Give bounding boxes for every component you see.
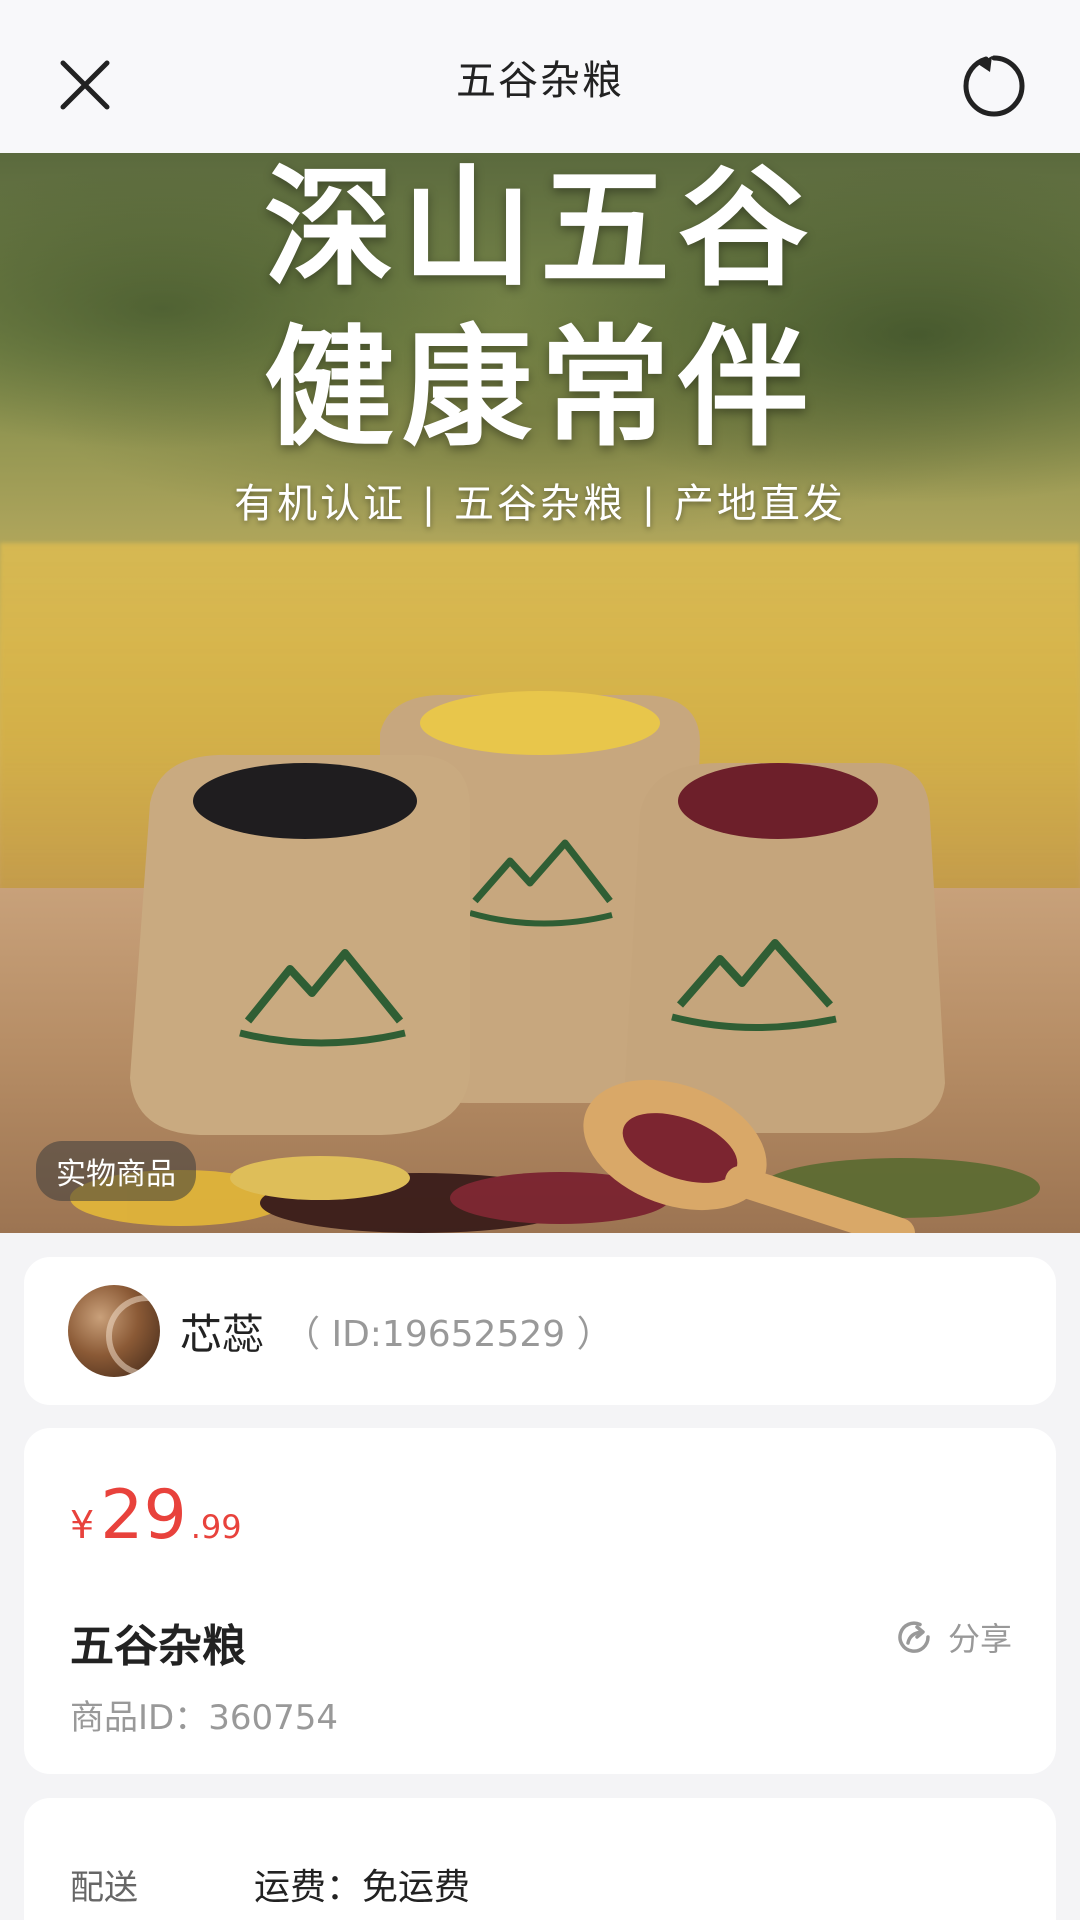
price-integer: 29 [100,1476,187,1555]
refresh-button[interactable] [956,48,1032,124]
top-bar: 五谷杂粮 [0,0,1080,153]
price-currency: ¥ [70,1503,95,1547]
delivery-card[interactable]: 配送 运费：免运费 [24,1798,1056,1920]
delivery-label: 配送 [70,1868,138,1908]
price: ¥ 29 .99 [70,1476,242,1555]
right-sack [625,763,945,1133]
page-title: 五谷杂粮 [456,57,624,104]
close-button[interactable] [50,50,120,120]
seller-card[interactable]: 芯蕊 （ ID:19652529 ） [24,1257,1056,1405]
price-decimal: .99 [190,1508,242,1546]
hero-subtitle: 有机认证 | 五谷杂粮 | 产地直发 [234,481,846,527]
delivery-value: 运费：免运费 [254,1867,471,1908]
close-icon [60,60,110,110]
share-button[interactable]: 分享 [894,1614,1012,1660]
physical-goods-badge: 实物商品 [36,1141,196,1201]
left-sack [130,754,470,1135]
refresh-icon [963,55,1025,117]
share-label: 分享 [947,1620,1012,1658]
avatar[interactable] [68,1285,160,1377]
product-name: 五谷杂粮 [70,1621,246,1672]
product-id: 商品ID：360754 [70,1698,338,1738]
product-hero-image[interactable]: 深山五谷 健康常伴 有机认证 | 五谷杂粮 | 产地直发 实物商品 [0,153,1080,1233]
seller-id: （ ID:19652529 ） [284,1314,613,1355]
product-info-card: ¥ 29 .99 五谷杂粮 商品ID：360754 分享 [24,1428,1056,1774]
share-icon [898,1621,930,1653]
hero-title-line2: 健康常伴 [263,312,816,464]
seller-name: 芯蕊 [180,1309,265,1359]
